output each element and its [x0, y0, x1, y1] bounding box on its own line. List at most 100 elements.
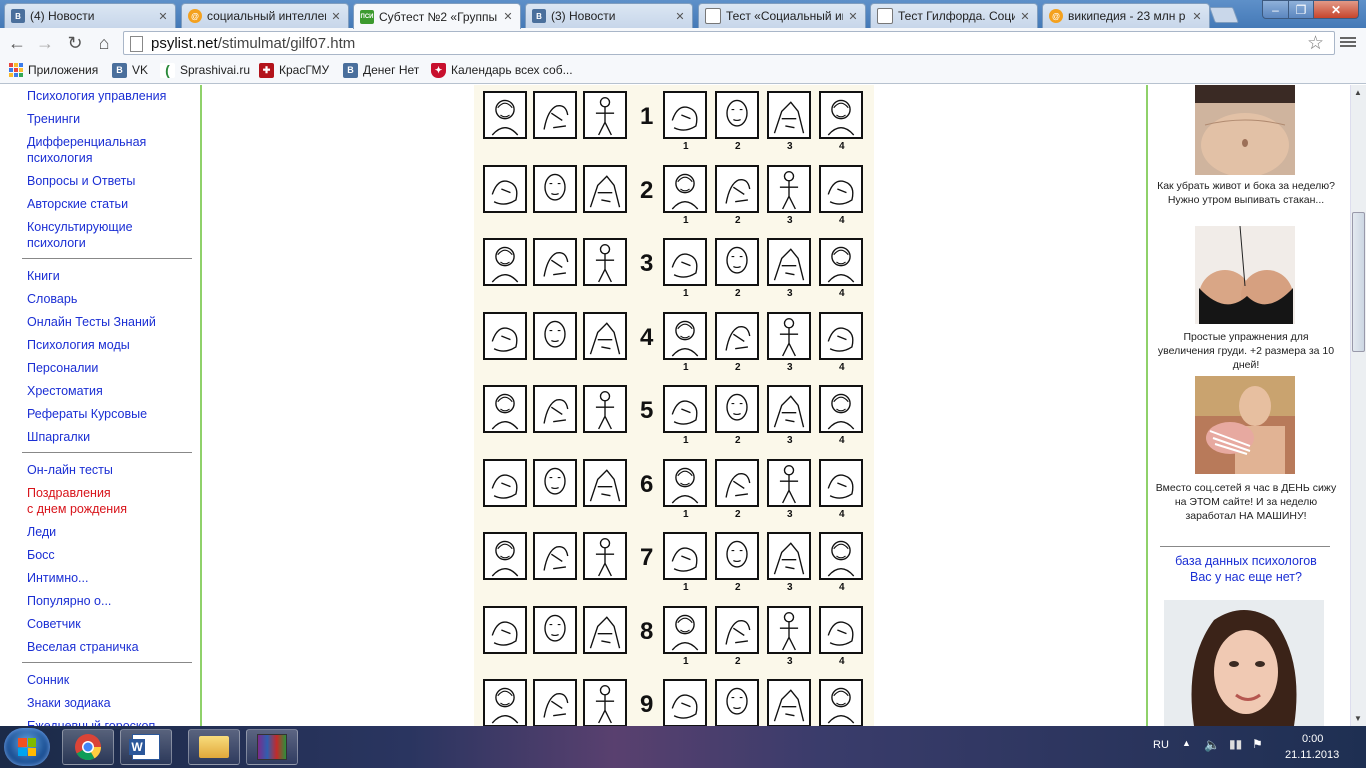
nav-link-boss[interactable]: Босс: [27, 547, 55, 563]
nav-link-consulting-2[interactable]: психологи: [27, 235, 86, 251]
nav-link-differential-2[interactable]: психология: [27, 150, 93, 166]
reload-icon[interactable]: ↻: [64, 32, 86, 54]
tab-close-icon[interactable]: ✕: [1191, 10, 1203, 23]
stimulus-picture: [819, 164, 863, 213]
nav-link-adviser[interactable]: Советчик: [27, 616, 81, 632]
tab-close-icon[interactable]: ✕: [330, 10, 342, 23]
nav-link-trainings[interactable]: Тренинги: [27, 111, 80, 127]
taskbar-winrar[interactable]: [246, 729, 298, 765]
stimulus-picture: [715, 605, 759, 654]
tab-social-intellect[interactable]: @ социальный интеллект ✕: [181, 3, 349, 28]
tab-close-icon[interactable]: ✕: [157, 10, 169, 23]
new-tab-button[interactable]: [1209, 7, 1239, 23]
row-number: 7: [640, 544, 654, 571]
nav-link-management-psychology[interactable]: Психология управления: [27, 88, 166, 104]
nav-link-differential[interactable]: Дифференциальная: [27, 134, 146, 150]
nav-link-intimate[interactable]: Интимно...: [27, 570, 88, 586]
ad-text-chest[interactable]: Простые упражнения для увеличения груди.…: [1154, 330, 1338, 372]
row-number: 3: [640, 250, 654, 277]
network-icon[interactable]: ▮▮: [1229, 737, 1242, 751]
bookmark-calendar[interactable]: ✦ Календарь всех соб...: [431, 62, 573, 78]
vk-icon: B: [343, 62, 358, 78]
menu-icon[interactable]: [1340, 35, 1356, 49]
tab-wikipedia[interactable]: @ википедия - 23 млн р ✕: [1042, 3, 1210, 28]
bookmark-sprashivai[interactable]: ( Sprashivai.ru: [160, 62, 250, 78]
tab-vk-news-1[interactable]: B (4) Новости ✕: [4, 3, 176, 28]
nav-link-greetings-2[interactable]: с днем рождения: [27, 501, 127, 517]
nav-link-lady[interactable]: Леди: [27, 524, 56, 540]
nav-link-reader[interactable]: Хрестоматия: [27, 383, 103, 399]
minimize-button[interactable]: –: [1262, 0, 1289, 19]
nav-link-author-articles[interactable]: Авторские статьи: [27, 196, 128, 212]
home-icon[interactable]: ⌂: [93, 32, 115, 54]
taskbar-chrome[interactable]: [62, 729, 114, 765]
apps-icon: [8, 62, 23, 78]
ad-text-belly[interactable]: Как убрать живот и бока за неделю? Нужно…: [1154, 179, 1338, 207]
nav-link-cheatsheets[interactable]: Шпаргалки: [27, 429, 90, 445]
nav-link-fashion-psychology[interactable]: Психология моды: [27, 337, 130, 353]
nav-link-dream-book[interactable]: Сонник: [27, 672, 69, 688]
nav-link-dictionary[interactable]: Словарь: [27, 291, 77, 307]
tab-guilford-test[interactable]: Тест Гилфорда. Соци ✕: [870, 3, 1038, 28]
stimulus-picture: [533, 679, 577, 726]
tab-close-icon[interactable]: ✕: [502, 10, 514, 23]
stimulus-picture: [715, 458, 759, 507]
nav-link-greetings[interactable]: Поздравления: [27, 485, 111, 501]
maximize-button[interactable]: ❐: [1288, 0, 1314, 19]
taskbar-word[interactable]: W: [120, 729, 172, 765]
clock-time[interactable]: 0:00: [1302, 733, 1323, 745]
stimulus-picture: [663, 311, 707, 360]
page-content: Психология управления Тренинги Дифференц…: [0, 85, 1350, 726]
tab-close-icon[interactable]: ✕: [1019, 10, 1031, 23]
ad-text-money[interactable]: Вместо соц.сетей я час в ДЕНЬ сижу на ЭТ…: [1154, 481, 1338, 523]
scrollbar-thumb[interactable]: [1352, 212, 1365, 352]
psychologists-db-question[interactable]: Вас у нас еще нет?: [1154, 569, 1338, 585]
back-icon[interactable]: ←: [6, 32, 28, 54]
psychologists-db-link[interactable]: база данных психологов: [1154, 553, 1338, 569]
tab-close-icon[interactable]: ✕: [674, 10, 686, 23]
action-center-icon[interactable]: ⚑: [1252, 737, 1263, 751]
ad-image-chest[interactable]: [1195, 226, 1295, 324]
bookmark-apps[interactable]: Приложения: [8, 62, 98, 78]
nav-link-essays[interactable]: Рефераты Курсовые: [27, 406, 147, 422]
nav-link-fun-page[interactable]: Веселая страничка: [27, 639, 139, 655]
tab-subtest-2[interactable]: ПСИ Субтест №2 «Группы ✕: [353, 3, 521, 29]
stimulus-picture: [819, 532, 863, 580]
ad-image-money[interactable]: [1195, 376, 1295, 474]
nav-link-horoscope[interactable]: Ежедневный гороскоп: [27, 718, 155, 726]
nav-link-personalities[interactable]: Персоналии: [27, 360, 98, 376]
tab-close-icon[interactable]: ✕: [847, 10, 859, 23]
close-window-button[interactable]: ✕: [1313, 0, 1359, 19]
nav-link-qa[interactable]: Вопросы и Ответы: [27, 173, 135, 189]
forward-icon[interactable]: →: [34, 32, 56, 54]
bookmark-star-icon[interactable]: ☆: [1307, 32, 1324, 55]
address-bar[interactable]: psylist.net/stimulmat/gilf07.htm: [123, 31, 1335, 55]
tab-vk-news-2[interactable]: B (3) Новости ✕: [525, 3, 693, 28]
nav-link-popular[interactable]: Популярно о...: [27, 593, 111, 609]
taskbar-explorer[interactable]: [188, 729, 240, 765]
ad-image-belly[interactable]: [1195, 85, 1295, 175]
vertical-scrollbar[interactable]: ▲ ▼: [1350, 85, 1366, 726]
scroll-up-icon[interactable]: ▲: [1354, 88, 1362, 97]
show-hidden-icons[interactable]: ▲: [1182, 738, 1191, 748]
bookmark-krasgmu[interactable]: ✚ КрасГМУ: [259, 62, 329, 78]
clock-date[interactable]: 21.11.2013: [1285, 749, 1339, 761]
nav-link-books[interactable]: Книги: [27, 268, 60, 284]
stimulus-picture: [715, 311, 759, 360]
nav-link-online-tests[interactable]: Он-лайн тесты: [27, 462, 113, 478]
bookmark-deneg-net[interactable]: B Денег Нет: [343, 62, 419, 78]
bookmark-vk[interactable]: B VK: [112, 62, 148, 78]
nav-link-zodiac[interactable]: Знаки зодиака: [27, 695, 111, 711]
nav-link-consulting[interactable]: Консультирующие: [27, 219, 133, 235]
volume-icon[interactable]: 🔈: [1204, 737, 1220, 753]
tab-social-test[interactable]: Тест «Социальный ин ✕: [698, 3, 866, 28]
stimulus-picture: [533, 311, 577, 360]
folder-icon: [199, 736, 229, 758]
word-icon: W: [129, 734, 160, 760]
nav-link-knowledge-tests[interactable]: Онлайн Тесты Знаний: [27, 314, 156, 330]
language-indicator[interactable]: RU: [1153, 739, 1169, 751]
scroll-down-icon[interactable]: ▼: [1354, 714, 1362, 723]
option-number: 1: [683, 141, 689, 152]
psychologist-photo[interactable]: [1164, 600, 1324, 726]
start-button[interactable]: [4, 728, 50, 766]
